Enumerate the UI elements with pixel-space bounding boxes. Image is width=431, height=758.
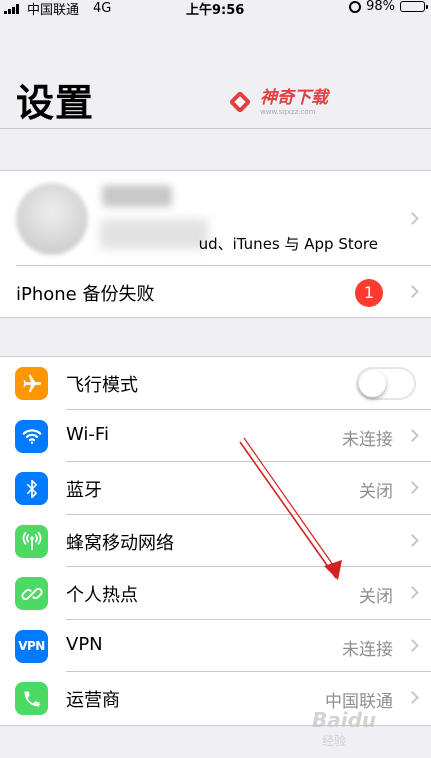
- hotspot-status: 关闭: [359, 587, 393, 607]
- phone-icon: [15, 682, 48, 715]
- cellular-row[interactable]: 蜂窝移动网络: [0, 515, 431, 567]
- status-time: 上午9:56: [186, 3, 245, 18]
- airplane-mode-toggle[interactable]: [356, 367, 416, 400]
- network-settings-group: 飞行模式 Wi-Fi 未连接 蓝牙 关闭 蜂窝移动网络 个人热点 关闭 VPN …: [0, 356, 431, 726]
- chevron-right-icon: [406, 691, 419, 704]
- airplane-icon: [15, 367, 48, 400]
- chevron-right-icon: [406, 481, 419, 494]
- baidu-watermark-sub: 经验: [322, 734, 347, 748]
- status-left: 中国联通 4G: [4, 0, 111, 18]
- wifi-label: Wi-Fi: [66, 423, 109, 445]
- network-type: 4G: [93, 1, 112, 16]
- vpn-icon-text: VPN: [18, 639, 45, 653]
- hotspot-label: 个人热点: [66, 585, 138, 606]
- hotspot-row[interactable]: 个人热点 关闭: [0, 567, 431, 620]
- toggle-knob: [359, 370, 386, 397]
- apple-id-subtitle: ud、iTunes 与 App Store: [198, 235, 378, 253]
- airplane-mode-row: 飞行模式: [0, 357, 431, 410]
- notification-badge: 1: [355, 279, 383, 307]
- status-right: 98%: [349, 0, 428, 14]
- chevron-right-icon: [406, 638, 419, 652]
- carrier-label: 运营商: [66, 690, 120, 711]
- signal-icon: [4, 3, 19, 14]
- battery-icon: [400, 1, 428, 12]
- bluetooth-status: 关闭: [359, 482, 393, 502]
- bluetooth-label: 蓝牙: [66, 480, 102, 501]
- airplane-mode-label: 飞行模式: [66, 375, 138, 396]
- header-divider: [0, 128, 431, 129]
- backup-failed-row[interactable]: iPhone 备份失败 1: [0, 266, 431, 318]
- backup-failed-label: iPhone 备份失败: [16, 284, 155, 305]
- wifi-status: 未连接: [342, 429, 393, 450]
- vpn-icon: VPN: [15, 629, 48, 663]
- chevron-right-icon: [406, 212, 419, 225]
- vpn-status: 未连接: [342, 639, 393, 660]
- cellular-icon: [15, 524, 48, 558]
- carrier-name: 中国联通: [27, 3, 80, 18]
- vpn-label: VPN: [66, 633, 103, 655]
- apple-id-row[interactable]: ud、iTunes 与 App Store: [0, 171, 431, 266]
- chevron-right-icon: [406, 428, 419, 442]
- chevron-right-icon: [406, 586, 419, 599]
- hotspot-icon: [15, 577, 48, 610]
- wifi-icon: [15, 419, 48, 453]
- page-title: 设置: [16, 81, 95, 125]
- watermark-logo-icon: [228, 92, 254, 114]
- site-watermark: 神奇下载 www.sqxzz.com: [228, 90, 328, 116]
- cellular-label: 蜂窝移动网络: [66, 532, 174, 554]
- vpn-row[interactable]: VPN VPN 未连接: [0, 620, 431, 672]
- wifi-row[interactable]: Wi-Fi 未连接: [0, 410, 431, 462]
- account-group: ud、iTunes 与 App Store iPhone 备份失败 1: [0, 170, 431, 318]
- battery-percent: 98%: [366, 0, 395, 14]
- chevron-right-icon: [406, 285, 419, 298]
- watermark-url: www.sqxzz.com: [260, 108, 316, 116]
- chevron-right-icon: [406, 533, 419, 547]
- bluetooth-row[interactable]: 蓝牙 关闭: [0, 462, 431, 515]
- rotation-lock-icon: [349, 0, 362, 13]
- blurred-name: [102, 185, 172, 207]
- baidu-watermark: Baidu: [312, 708, 377, 732]
- status-bar: 中国联通 4G 上午9:56 98%: [0, 0, 431, 18]
- bluetooth-icon: [15, 472, 48, 505]
- watermark-text: 神奇下载: [260, 88, 328, 108]
